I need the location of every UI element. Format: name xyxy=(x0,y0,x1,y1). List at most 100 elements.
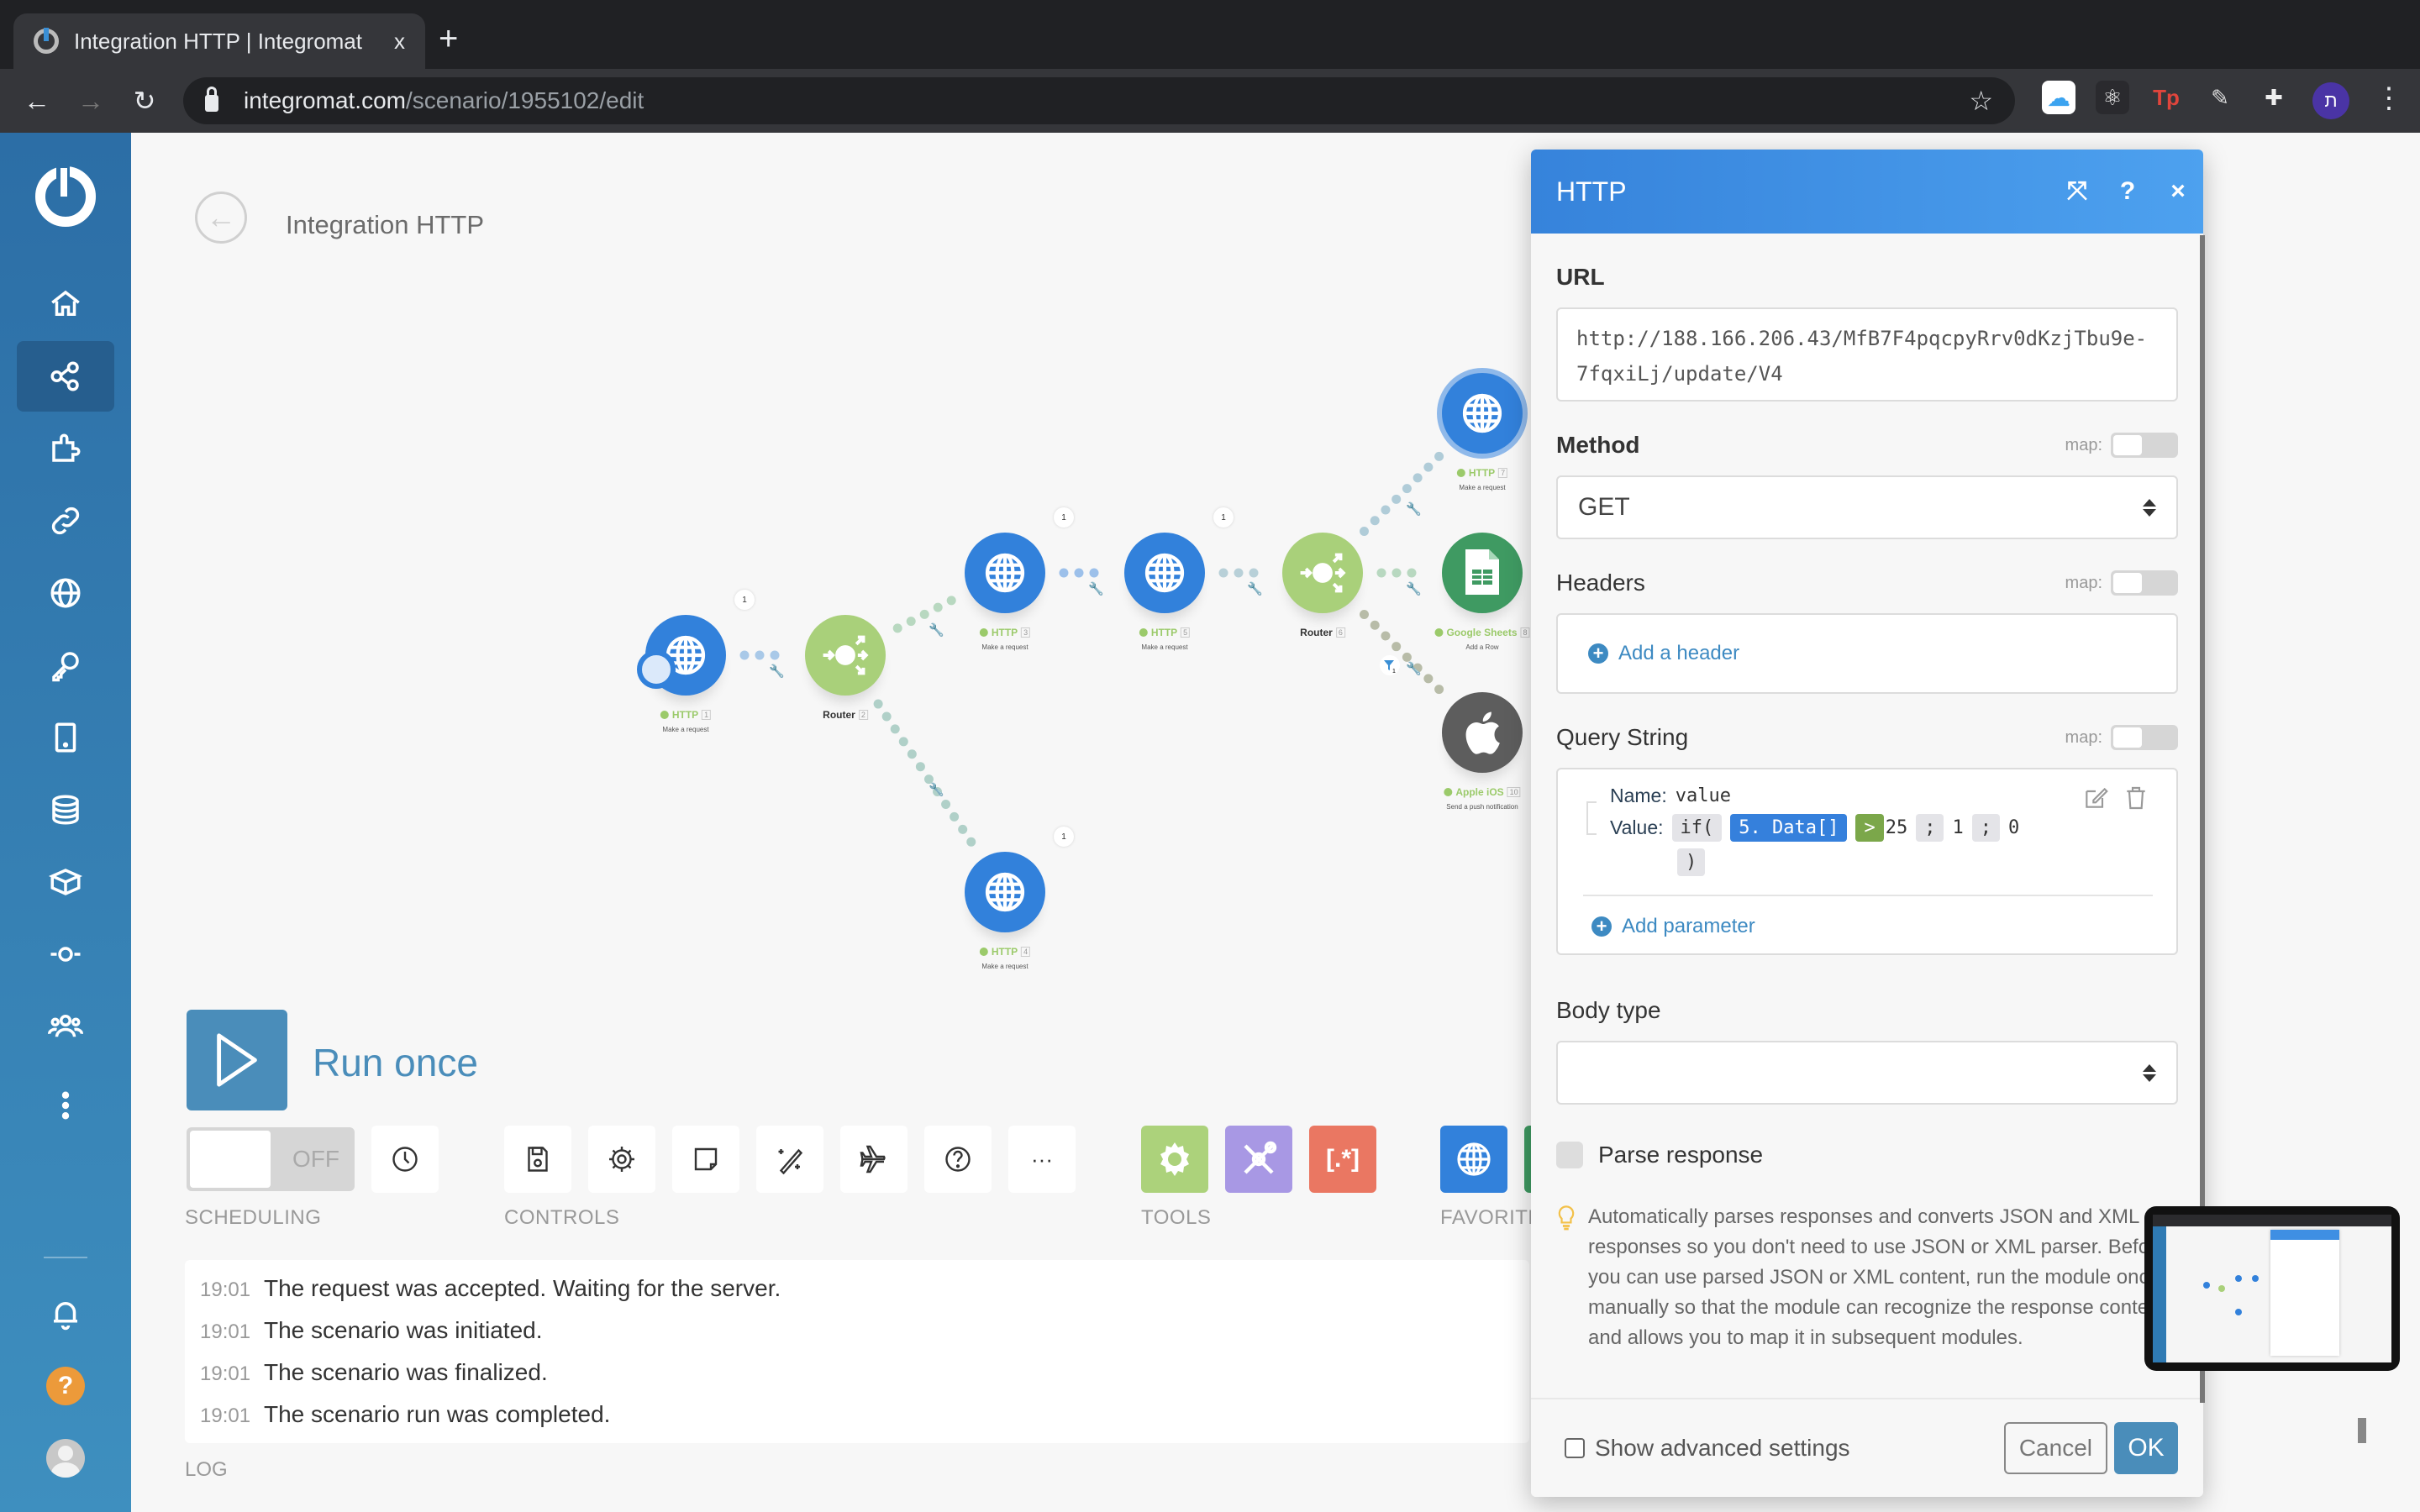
sidebar-item-help[interactable]: ? xyxy=(17,1351,114,1421)
close-icon[interactable]: × xyxy=(2153,177,2203,206)
sidebar-item-data-stores[interactable] xyxy=(17,774,114,845)
edit-icon[interactable] xyxy=(2082,785,2109,811)
text-parser-button[interactable]: [.*] xyxy=(1309,1126,1376,1193)
separator-token[interactable]: ; xyxy=(1916,814,1944,842)
run-once-label[interactable]: Run once xyxy=(313,1040,478,1085)
browser-tab[interactable]: Integration HTTP | Integromat x xyxy=(13,13,425,69)
operator-token[interactable]: > xyxy=(1855,814,1884,842)
connection-dot xyxy=(946,596,956,606)
close-paren-token[interactable]: ) xyxy=(1677,848,1706,876)
new-tab-button[interactable]: + xyxy=(439,20,458,58)
save-button[interactable] xyxy=(504,1126,571,1193)
show-advanced-settings[interactable]: Show advanced settings xyxy=(1565,1435,2004,1462)
screenshot-thumbnail[interactable] xyxy=(2144,1206,2400,1371)
wrench-icon[interactable]: 🔧 xyxy=(1406,580,1422,596)
address-bar[interactable]: integromat.com/scenario/1955102/edit ☆ xyxy=(183,77,2015,124)
save-icon xyxy=(528,1147,548,1172)
syringe-icon[interactable]: ✎ xyxy=(2203,81,2237,114)
help-icon[interactable]: ? xyxy=(2102,177,2153,206)
tab-close-icon[interactable]: x xyxy=(394,29,405,55)
favorite-http-button[interactable] xyxy=(1440,1126,1507,1193)
scenario-settings-button[interactable] xyxy=(588,1126,655,1193)
ok-button[interactable]: OK xyxy=(2114,1422,2178,1474)
filter-icon[interactable]: 1 xyxy=(1380,655,1400,675)
thumbnail-node xyxy=(2235,1275,2242,1282)
trash-icon[interactable] xyxy=(2123,785,2149,811)
wrench-icon[interactable]: 🔧 xyxy=(1406,660,1422,676)
module-icon[interactable] xyxy=(1282,533,1363,613)
maximize-icon[interactable]: ⤧ xyxy=(2052,177,2102,206)
operations-bubble[interactable]: 1 xyxy=(734,590,755,610)
scheduling-toggle[interactable]: OFF xyxy=(187,1127,355,1191)
explain-flow-button[interactable] xyxy=(840,1126,908,1193)
run-once-button[interactable] xyxy=(187,1010,287,1110)
icloud-icon[interactable]: ☁ xyxy=(2042,81,2075,114)
tools-flow-control-button[interactable] xyxy=(1141,1126,1208,1193)
module-icon[interactable] xyxy=(805,615,886,696)
url-input[interactable]: http://188.166.206.43/MfB7F4pqcpyRrv0dKz… xyxy=(1556,307,2178,402)
wrench-icon[interactable]: 🔧 xyxy=(1406,501,1422,517)
cancel-button[interactable]: Cancel xyxy=(2003,1422,2107,1474)
profile-avatar[interactable]: ת xyxy=(2312,82,2349,119)
sidebar-item-webhooks[interactable] xyxy=(17,558,114,628)
module-icon[interactable] xyxy=(1124,533,1205,613)
module-icon[interactable] xyxy=(1442,373,1523,454)
more-button[interactable]: ··· xyxy=(1008,1126,1076,1193)
parse-response-row[interactable]: Parse response xyxy=(1556,1142,2178,1168)
advanced-settings-checkbox[interactable] xyxy=(1565,1438,1585,1458)
wrench-icon[interactable]: 🔧 xyxy=(1088,580,1104,596)
wrench-icon[interactable]: 🔧 xyxy=(929,781,944,797)
sidebar-item-more[interactable] xyxy=(17,1070,114,1141)
tp-icon[interactable]: Tp xyxy=(2149,81,2183,114)
reload-icon[interactable]: ↻ xyxy=(124,81,165,121)
add-header-button[interactable]: + Add a header xyxy=(1588,642,1739,665)
back-icon[interactable]: ← xyxy=(17,81,57,121)
body-type-select[interactable] xyxy=(1556,1041,2178,1105)
puzzle-extensions-icon[interactable]: ✚ xyxy=(2257,81,2291,114)
forward-icon[interactable]: → xyxy=(71,81,111,121)
controls-label: CONTROLS xyxy=(504,1206,620,1229)
auto-align-button[interactable] xyxy=(756,1126,823,1193)
notes-button[interactable] xyxy=(672,1126,739,1193)
integromat-logo[interactable] xyxy=(35,160,96,227)
parse-response-checkbox[interactable] xyxy=(1556,1142,1583,1168)
sidebar-item-scenarios[interactable] xyxy=(17,341,114,412)
separator-token[interactable]: ; xyxy=(1971,814,2000,842)
function-token[interactable]: if( xyxy=(1671,814,1723,842)
module-icon[interactable] xyxy=(965,852,1045,932)
wrench-icon[interactable]: 🔧 xyxy=(769,663,785,679)
canvas-scrollbar[interactable] xyxy=(2358,1418,2366,1443)
variable-token[interactable]: 5. Data[] xyxy=(1730,814,1848,842)
react-icon[interactable]: ⚛ xyxy=(2096,81,2129,114)
help-button[interactable] xyxy=(924,1126,992,1193)
browser-menu-icon[interactable]: ⋮ xyxy=(2375,84,2403,113)
sidebar-item-profile[interactable] xyxy=(17,1423,114,1494)
headers-map-toggle[interactable]: map: xyxy=(2065,570,2178,596)
sidebar-item-connections[interactable] xyxy=(17,486,114,556)
tools-button[interactable] xyxy=(1225,1126,1292,1193)
module-icon[interactable] xyxy=(1442,533,1523,613)
sidebar-item-devices[interactable] xyxy=(17,702,114,773)
schedule-clock-icon[interactable] xyxy=(637,650,676,689)
sidebar-item-keys[interactable] xyxy=(17,630,114,701)
sidebar-item-flow[interactable] xyxy=(17,919,114,990)
back-button[interactable]: ← xyxy=(195,192,247,244)
module-icon[interactable] xyxy=(1442,692,1523,773)
method-select[interactable]: GET xyxy=(1556,475,2178,539)
bookmark-star-icon[interactable]: ☆ xyxy=(1969,85,1993,117)
sidebar-item-data-structures[interactable] xyxy=(17,847,114,917)
wrench-icon[interactable]: 🔧 xyxy=(1247,580,1263,596)
schedule-settings-button[interactable] xyxy=(371,1126,439,1193)
wrench-icon[interactable]: 🔧 xyxy=(929,622,944,638)
module-icon[interactable] xyxy=(965,533,1045,613)
sidebar-item-templates[interactable] xyxy=(17,413,114,484)
sidebar-item-notifications[interactable] xyxy=(17,1278,114,1349)
operations-bubble[interactable]: 1 xyxy=(1054,507,1074,528)
operations-bubble[interactable]: 1 xyxy=(1213,507,1234,528)
operations-bubble[interactable]: 1 xyxy=(1054,827,1074,847)
sidebar-item-team[interactable] xyxy=(17,991,114,1062)
sidebar-item-home[interactable] xyxy=(17,269,114,339)
query-map-toggle[interactable]: map: xyxy=(2065,725,2178,750)
add-parameter-button[interactable]: + Add parameter xyxy=(1575,915,2163,938)
method-map-toggle[interactable]: map: xyxy=(2065,433,2178,458)
